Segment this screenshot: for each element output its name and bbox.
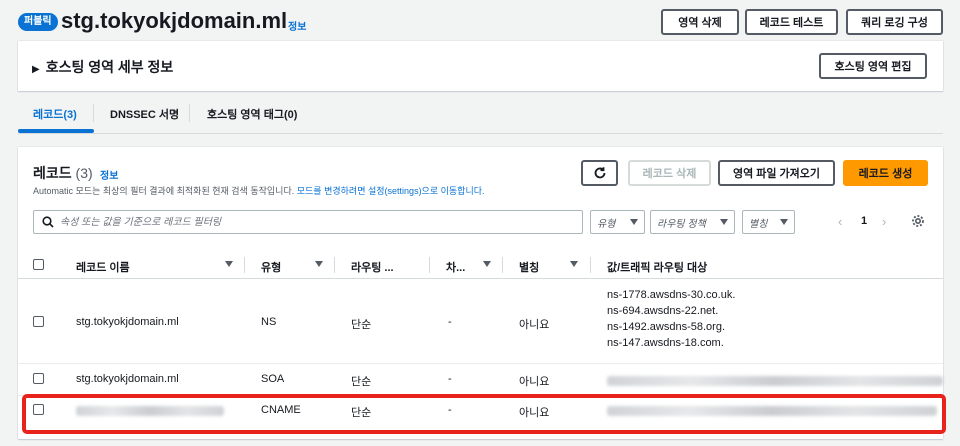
row-checkbox[interactable] — [33, 316, 44, 327]
record-type: SOA — [261, 373, 285, 385]
routing-policy-filter[interactable]: 라우팅 정책 — [650, 210, 735, 234]
column-diff[interactable]: 차... — [446, 259, 465, 275]
public-badge: 퍼블릭 — [18, 13, 58, 31]
sort-icon[interactable] — [315, 261, 323, 267]
query-logging-button[interactable]: 쿼리 로깅 구성 — [846, 9, 943, 35]
record-alias: 아니요 — [519, 376, 550, 388]
column-divider[interactable] — [590, 257, 591, 273]
caret-right-icon: ▶ — [32, 64, 40, 75]
table-header: 레코드 이름 유형 라우팅 ... 차... 별칭 값/트래픽 라우팅 대상 — [18, 249, 943, 279]
tab-records[interactable]: 레코드(3) — [33, 106, 77, 122]
search-icon — [42, 216, 54, 228]
delete-record-button[interactable]: 레코드 삭제 — [628, 160, 711, 186]
tab-active-indicator — [18, 129, 94, 133]
record-name: stg.tokyokjdomain.ml — [76, 316, 179, 328]
hosting-details-title: 호스팅 영역 세부 정보 — [45, 59, 174, 75]
caret-down-icon — [630, 219, 638, 225]
column-routing[interactable]: 라우팅 ... — [351, 259, 394, 275]
record-routing: 단순 — [351, 319, 372, 331]
record-value: ns-147.awsdns-18.com. — [607, 337, 724, 349]
column-value[interactable]: 값/트래픽 라우팅 대상 — [607, 259, 707, 275]
previous-page-icon[interactable]: ‹ — [838, 214, 842, 229]
tab-bar: 레코드(3) DNSSEC 서명 호스팅 영역 태그(0) — [18, 92, 943, 134]
type-filter-label: 유형 — [597, 218, 616, 230]
tab-divider — [93, 104, 94, 122]
column-record-name[interactable]: 레코드 이름 — [76, 259, 130, 275]
tab-dnssec[interactable]: DNSSEC 서명 — [110, 106, 179, 122]
record-alias: 아니요 — [519, 319, 550, 331]
search-input[interactable] — [60, 213, 570, 231]
record-diff: - — [448, 316, 452, 328]
highlight-box — [22, 394, 946, 434]
test-record-button[interactable]: 레코드 테스트 — [745, 9, 838, 35]
current-page[interactable]: 1 — [861, 215, 867, 227]
caret-down-icon — [720, 219, 728, 225]
sort-icon[interactable] — [483, 261, 491, 267]
create-record-button[interactable]: 레코드 생성 — [843, 160, 928, 186]
tab-hosting-tags[interactable]: 호스팅 영역 태그(0) — [207, 106, 297, 122]
record-name: stg.tokyokjdomain.ml — [76, 373, 179, 385]
redacted-value — [607, 376, 943, 386]
record-diff: - — [448, 373, 452, 385]
tab-divider — [189, 104, 190, 122]
refresh-button[interactable] — [581, 160, 618, 186]
record-type: NS — [261, 316, 277, 328]
record-value: ns-1492.awsdns-58.org. — [607, 321, 726, 333]
edit-hosting-zone-button[interactable]: 호스팅 영역 편집 — [819, 53, 927, 79]
sort-icon[interactable] — [225, 261, 233, 267]
next-page-icon[interactable]: › — [882, 214, 886, 229]
records-count: (3) — [75, 165, 93, 181]
caret-down-icon — [780, 219, 788, 225]
column-divider[interactable] — [244, 257, 245, 273]
refresh-icon — [594, 167, 605, 179]
column-divider[interactable] — [334, 257, 335, 273]
records-heading: 레코드 (3) — [33, 163, 93, 183]
record-value: ns-1778.awsdns-30.co.uk. — [607, 289, 736, 301]
page-title: stg.tokyokjdomain.ml — [61, 8, 288, 33]
record-value: ns-694.awsdns-22.net. — [607, 305, 719, 317]
records-info-link[interactable]: 정보 — [100, 167, 118, 182]
row-divider — [18, 363, 943, 364]
alias-filter-label: 별칭 — [749, 218, 768, 230]
delete-zone-button[interactable]: 영역 삭제 — [661, 9, 739, 35]
gear-icon[interactable] — [911, 214, 925, 228]
records-description-text: Automatic 모드는 최상의 필터 결과에 최적화된 현재 검색 동작입니… — [33, 186, 297, 196]
hosting-details-panel: ▶ 호스팅 영역 세부 정보 호스팅 영역 편집 — [18, 41, 943, 91]
settings-link[interactable]: 모드를 변경하려면 설정(settings)으로 이동합니다. — [297, 186, 485, 196]
records-title: 레코드 — [33, 165, 72, 181]
record-filter[interactable] — [33, 210, 583, 234]
import-zone-file-button[interactable]: 영역 파일 가져오기 — [718, 160, 835, 186]
info-link[interactable]: 정보 — [288, 18, 306, 33]
select-all-checkbox[interactable] — [33, 259, 44, 270]
records-description: Automatic 모드는 최상의 필터 결과에 최적화된 현재 검색 동작입니… — [33, 184, 485, 197]
sort-icon[interactable] — [570, 261, 578, 267]
hosting-details-toggle[interactable]: ▶ 호스팅 영역 세부 정보 — [32, 57, 173, 77]
column-type[interactable]: 유형 — [261, 259, 281, 275]
column-divider[interactable] — [429, 257, 430, 273]
record-routing: 단순 — [351, 376, 372, 388]
column-alias[interactable]: 별칭 — [519, 259, 539, 275]
column-divider[interactable] — [502, 257, 503, 273]
record-values: ns-1778.awsdns-30.co.uk. ns-694.awsdns-2… — [607, 287, 735, 351]
alias-filter[interactable]: 별칭 — [742, 210, 795, 234]
routing-filter-label: 라우팅 정책 — [657, 218, 706, 230]
type-filter[interactable]: 유형 — [590, 210, 645, 234]
row-checkbox[interactable] — [33, 373, 44, 384]
